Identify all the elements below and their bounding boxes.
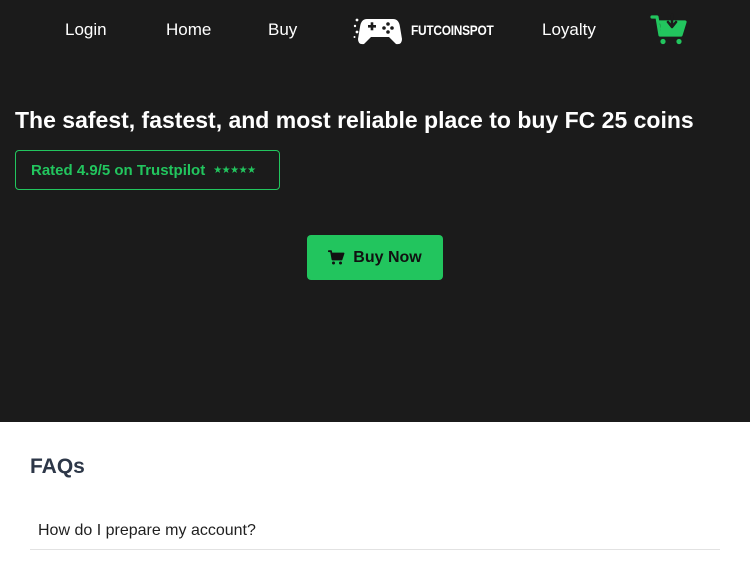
cart-icon [650, 13, 687, 45]
site-logo[interactable]: FUTCOINSPOT [353, 13, 508, 47]
hero-headline: The safest, fastest, and most reliable p… [15, 107, 694, 133]
star-rating-icon: ★★★★★ [213, 164, 256, 176]
faq-question: How do I prepare my account? [38, 522, 256, 539]
logo-text: FUTCOINSPOT [411, 22, 494, 38]
buy-now-button[interactable]: Buy Now [307, 235, 443, 280]
cart-button[interactable] [650, 13, 688, 47]
hero-section: Login Home Buy FUTCOINSPOT Loyalty The s [0, 0, 750, 422]
nav-home-link[interactable]: Home [166, 19, 211, 41]
nav-buy-link[interactable]: Buy [268, 19, 297, 41]
nav-login-link[interactable]: Login [65, 19, 107, 41]
buy-now-label: Buy Now [353, 248, 422, 266]
trustpilot-rating-badge[interactable]: Rated 4.9/5 on Trustpilot ★★★★★ [15, 150, 280, 190]
nav-loyalty-link[interactable]: Loyalty [542, 19, 596, 41]
trustpilot-rating-text: Rated 4.9/5 on Trustpilot [31, 161, 206, 179]
gamepad-icon [353, 18, 402, 45]
faq-item[interactable]: How do I prepare my account? [30, 513, 720, 550]
cart-icon [328, 250, 345, 265]
faq-title: FAQs [30, 455, 85, 478]
